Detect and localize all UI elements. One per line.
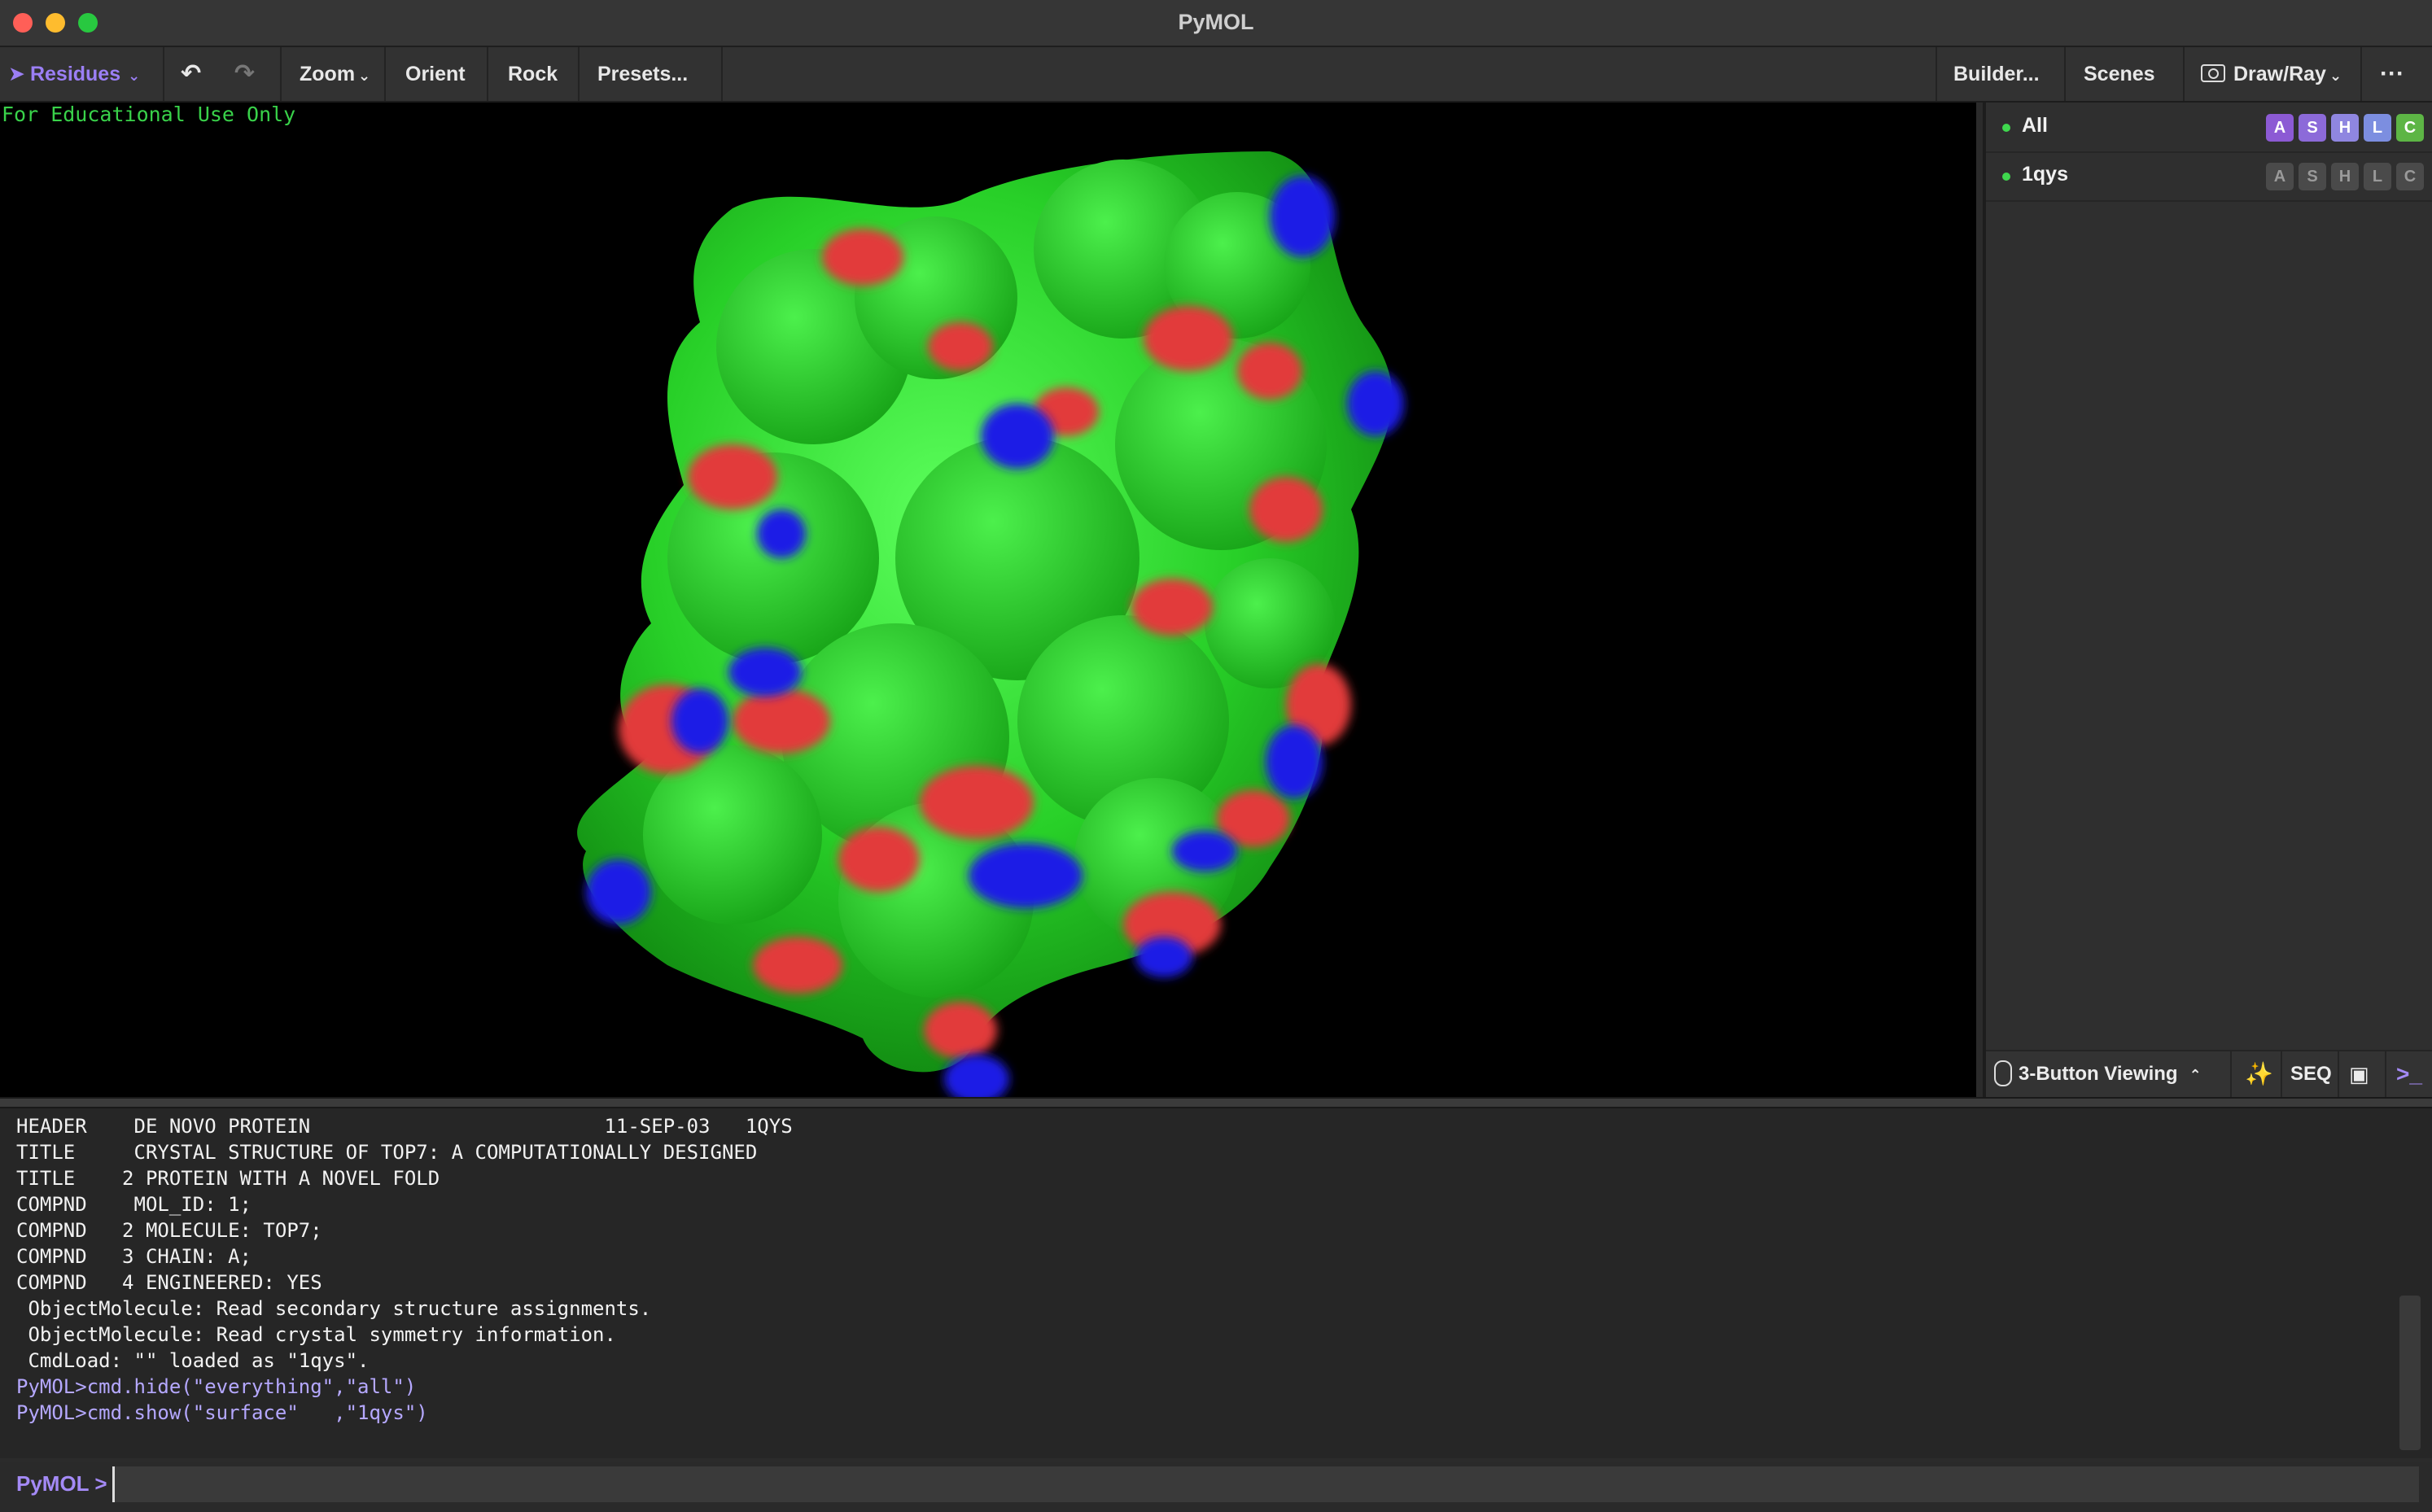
enabled-indicator-icon[interactable] [2002, 173, 2010, 181]
magic-wand-icon: ✨ [2245, 1061, 2273, 1086]
command-line: PyMOL>cmd.hide("everything","all") [16, 1375, 417, 1398]
log-line: ObjectMolecule: Read secondary structure… [16, 1297, 652, 1320]
object-panel: All A S H L C 1qys A S H L C 3-Button Vi… [1983, 103, 2432, 1097]
panel-bottom-bar: 3-Button Viewing ⌃ ✨ SEQ ▣ >_ [1986, 1050, 2432, 1097]
log-line: COMPND MOL_ID: 1; [16, 1193, 252, 1216]
selection-mode-label: Residues [29, 63, 121, 85]
enabled-indicator-icon[interactable] [2002, 124, 2010, 132]
console-toggle-button[interactable]: >_ [2396, 1051, 2422, 1097]
presets-button[interactable]: Presets... [597, 47, 688, 101]
redo-button[interactable]: ↷ [234, 47, 255, 101]
window-title: PyMOL [1178, 10, 1254, 34]
undo-button[interactable]: ↶ [181, 47, 201, 101]
object-name[interactable]: All [2022, 114, 2048, 138]
show-button[interactable]: S [2299, 163, 2326, 190]
scenes-button[interactable]: Scenes [2084, 47, 2155, 101]
rock-button[interactable]: Rock [508, 47, 558, 101]
action-button[interactable]: A [2266, 163, 2294, 190]
selection-mode-dropdown[interactable]: ➤ Residues ⌄ [8, 47, 140, 101]
chevron-up-icon: ⌃ [2189, 1067, 2202, 1083]
molecular-viewport[interactable]: For Educational Use Only [0, 103, 1976, 1097]
console-log: HEADER DE NOVO PROTEIN 11-SEP-03 1QYS TI… [16, 1113, 793, 1426]
log-line: COMPND 3 CHAIN: A; [16, 1245, 252, 1268]
hide-button[interactable]: H [2331, 114, 2359, 142]
ellipsis-icon: ··· [2380, 60, 2404, 87]
log-line: TITLE 2 PROTEIN WITH A NOVEL FOLD [16, 1167, 440, 1190]
console-output: HEADER DE NOVO PROTEIN 11-SEP-03 1QYS TI… [0, 1108, 2432, 1458]
label-button[interactable]: L [2364, 114, 2391, 142]
label-button[interactable]: L [2364, 163, 2391, 190]
draw-ray-label: Draw/Ray [2233, 63, 2326, 85]
sequence-toggle-button[interactable]: SEQ [2290, 1051, 2332, 1097]
more-options-button[interactable]: ··· [2380, 47, 2404, 101]
movie-button[interactable]: ▣ [2349, 1051, 2369, 1097]
command-prompt-bar: PyMOL > [0, 1462, 2432, 1512]
command-input[interactable] [112, 1466, 2419, 1502]
chevron-down-icon: ⌄ [124, 68, 141, 84]
color-button[interactable]: C [2396, 114, 2424, 142]
pointer-arrow-icon: ➤ [8, 63, 25, 85]
hide-button[interactable]: H [2331, 163, 2359, 190]
action-button[interactable]: A [2266, 114, 2294, 142]
log-line: CmdLoad: "" loaded as "1qys". [16, 1349, 370, 1372]
log-line: ObjectMolecule: Read crystal symmetry in… [16, 1323, 616, 1346]
redo-icon: ↷ [234, 60, 256, 87]
object-name[interactable]: 1qys [2022, 163, 2068, 186]
educational-watermark: For Educational Use Only [2, 103, 296, 126]
orient-button[interactable]: Orient [405, 47, 466, 101]
chevron-down-icon: ⌄ [358, 68, 371, 84]
log-line: COMPND 4 ENGINEERED: YES [16, 1271, 322, 1294]
wizard-button[interactable]: ✨ [2245, 1051, 2273, 1097]
color-button[interactable]: C [2396, 163, 2424, 190]
mouse-mode-dropdown[interactable]: 3-Button Viewing ⌃ [1994, 1051, 2202, 1097]
draw-ray-dropdown[interactable]: Draw/Ray ⌄ [2201, 47, 2342, 101]
camera-icon [2201, 64, 2225, 83]
toolbar: ➤ Residues ⌄ ↶ ↷ Zoom ⌄ Orient Rock Preset… [0, 47, 2432, 103]
object-row-1qys[interactable]: 1qys A S H L C [1986, 151, 2432, 202]
builder-button[interactable]: Builder... [1953, 47, 2040, 101]
log-line: COMPND 2 MOLECULE: TOP7; [16, 1219, 322, 1242]
prompt-label: PyMOL > [16, 1471, 107, 1496]
video-camera-icon: ▣ [2349, 1062, 2369, 1086]
log-line: TITLE CRYSTAL STRUCTURE OF TOP7: A COMPU… [16, 1141, 758, 1164]
console-scrollbar[interactable] [2399, 1296, 2421, 1450]
log-line: HEADER DE NOVO PROTEIN 11-SEP-03 1QYS [16, 1115, 793, 1138]
zoom-dropdown[interactable]: Zoom ⌄ [300, 47, 370, 101]
chevron-down-icon: ⌄ [2329, 68, 2342, 84]
title-bar: PyMOL [0, 0, 2432, 47]
protein-surface-render[interactable] [0, 103, 1976, 1097]
command-line: PyMOL>cmd.show("surface" ,"1qys") [16, 1401, 428, 1424]
zoom-label: Zoom [300, 63, 356, 85]
show-button[interactable]: S [2299, 114, 2326, 142]
pane-splitter[interactable] [0, 1097, 2432, 1108]
terminal-icon: >_ [2396, 1061, 2422, 1086]
object-row-all[interactable]: All A S H L C [1986, 103, 2432, 153]
undo-icon: ↶ [181, 60, 202, 87]
mouse-mode-label: 3-Button Viewing [2019, 1063, 2178, 1085]
mouse-icon [1994, 1060, 2012, 1086]
